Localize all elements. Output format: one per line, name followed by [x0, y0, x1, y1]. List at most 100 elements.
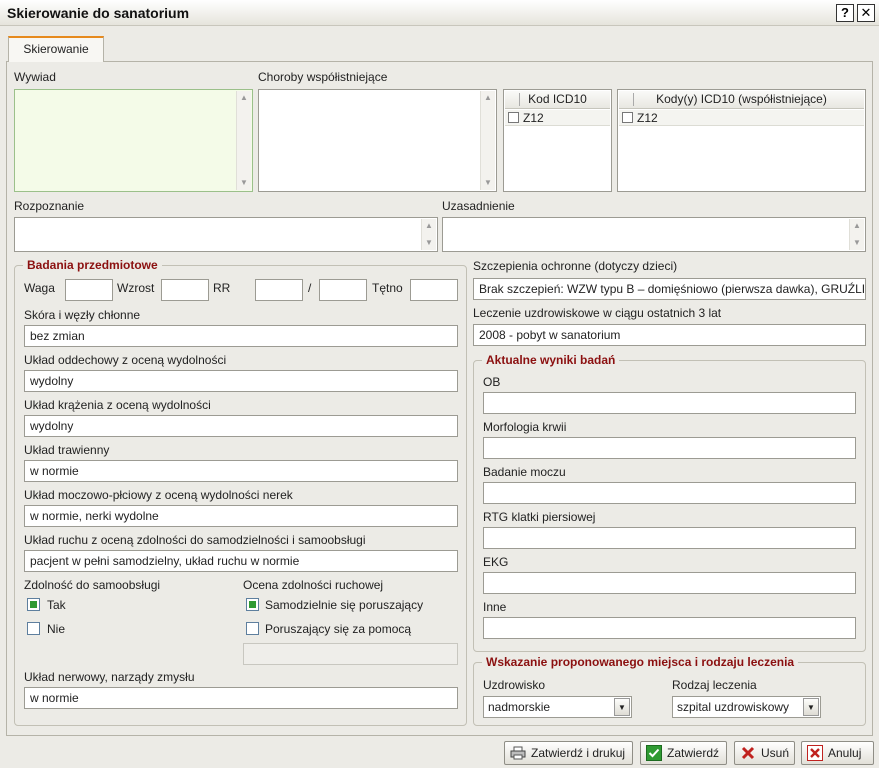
szczepienia-input[interactable]: Brak szczepień: WZW typu B – domięśniowo…	[473, 278, 866, 300]
nerwowy-label: Układ nerwowy, narządy zmysłu	[24, 670, 195, 684]
close-button[interactable]: ✕	[857, 4, 875, 22]
wywiad-textarea[interactable]: ▲ ▼	[14, 89, 253, 192]
scroll-down-icon[interactable]: ▼	[850, 236, 864, 250]
wywiad-scrollbar[interactable]: ▲ ▼	[236, 91, 251, 190]
table-row[interactable]: Z12	[505, 110, 610, 126]
rozpoznanie-label: Rozpoznanie	[14, 199, 85, 213]
moczowy-label: Układ moczowo-płciowy z oceną wydolności…	[24, 488, 293, 502]
help-button[interactable]: ?	[836, 4, 854, 22]
waga-input[interactable]	[65, 279, 113, 301]
ob-label: OB	[483, 375, 501, 389]
waga-label: Waga	[24, 281, 55, 295]
samoobsluga-nie-radio[interactable]	[27, 622, 40, 635]
scroll-up-icon[interactable]: ▲	[422, 219, 436, 233]
ekg-label: EKG	[483, 555, 509, 569]
wzrost-label: Wzrost	[117, 281, 155, 295]
choroby-scrollbar[interactable]: ▲ ▼	[480, 91, 495, 190]
inne-label: Inne	[483, 600, 507, 614]
ruch-label: Ocena zdolności ruchowej	[243, 578, 384, 592]
uzasadnienie-label: Uzasadnienie	[442, 199, 515, 213]
skora-input[interactable]: bez zmian	[24, 325, 458, 347]
samoobsluga-label: Zdolność do samoobsługi	[24, 578, 161, 592]
row-checkbox[interactable]	[622, 112, 633, 123]
moczowy-input[interactable]: w normie, nerki wydolne	[24, 505, 458, 527]
uzasadnienie-scrollbar[interactable]: ▲ ▼	[849, 219, 864, 250]
scroll-down-icon[interactable]: ▼	[481, 176, 495, 190]
ruch-pomoca-radio[interactable]	[246, 622, 259, 635]
scroll-up-icon[interactable]: ▲	[481, 91, 495, 105]
rozpoznanie-textarea[interactable]: ▲ ▼	[14, 217, 438, 252]
oddechowy-label: Układ oddechowy z oceną wydolności	[24, 353, 227, 367]
wywiad-label: Wywiad	[14, 70, 56, 84]
choroby-label: Choroby współistniejące	[258, 70, 388, 84]
leczenie-label: Leczenie uzdrowiskowe w ciągu ostatnich …	[473, 306, 722, 320]
delete-x-icon	[741, 746, 755, 760]
uzdrowisko-label: Uzdrowisko	[483, 678, 546, 692]
chevron-down-icon[interactable]: ▼	[614, 698, 630, 716]
krazenia-input[interactable]: wydolny	[24, 415, 458, 437]
morfologia-label: Morfologia krwii	[483, 420, 567, 434]
mocz-input[interactable]	[483, 482, 856, 504]
rtg-label: RTG klatki piersiowej	[483, 510, 596, 524]
ruch-samodzielnie-radio[interactable]	[246, 598, 259, 611]
window-title: Skierowanie do sanatorium	[7, 5, 190, 21]
scroll-down-icon[interactable]: ▼	[422, 236, 436, 250]
window-titlebar: Skierowanie do sanatorium ? ✕	[0, 0, 879, 26]
table-row[interactable]: Z12	[619, 110, 864, 126]
rr-separator: /	[308, 281, 312, 295]
szczepienia-label: Szczepienia ochronne (dotyczy dzieci)	[473, 259, 678, 273]
samoobsluga-nie-label: Nie	[47, 622, 66, 636]
leczenie-input[interactable]: 2008 - pobyt w sanatorium	[473, 324, 866, 346]
tetno-label: Tętno	[372, 281, 403, 295]
ekg-input[interactable]	[483, 572, 856, 594]
icd10-co-grid: Kody(y) ICD10 (współistniejące) Z12	[617, 89, 866, 192]
ruch-pomoca-input	[243, 643, 458, 665]
uzdrowisko-select[interactable]: nadmorskie ▼	[483, 696, 632, 718]
cancel-button[interactable]: Anuluj	[801, 741, 874, 765]
icd10-grid-header[interactable]: Kod ICD10	[505, 91, 610, 109]
confirm-button[interactable]: Zatwierdź	[640, 741, 727, 765]
confirm-print-button[interactable]: Zatwierdź i drukuj	[504, 741, 633, 765]
cancel-icon	[807, 745, 823, 761]
row-checkbox[interactable]	[508, 112, 519, 123]
krazenia-label: Układ krążenia z oceną wydolności	[24, 398, 211, 412]
tab-skierowanie[interactable]: Skierowanie	[8, 36, 104, 62]
ruchu-label: Układ ruchu z oceną zdolności do samodzi…	[24, 533, 366, 547]
check-icon	[646, 745, 662, 761]
icd10-code: Z12	[523, 111, 544, 125]
chevron-down-icon[interactable]: ▼	[803, 698, 819, 716]
wyniki-legend: Aktualne wyniki badań	[482, 353, 620, 367]
scroll-up-icon[interactable]: ▲	[237, 91, 251, 105]
ob-input[interactable]	[483, 392, 856, 414]
rodzaj-label: Rodzaj leczenia	[672, 678, 757, 692]
inne-input[interactable]	[483, 617, 856, 639]
wzrost-input[interactable]	[161, 279, 209, 301]
trawienny-label: Układ trawienny	[24, 443, 110, 457]
mocz-label: Badanie moczu	[483, 465, 566, 479]
rr-diastolic-input[interactable]	[319, 279, 367, 301]
icd10-co-code: Z12	[637, 111, 658, 125]
trawienny-input[interactable]: w normie	[24, 460, 458, 482]
rtg-input[interactable]	[483, 527, 856, 549]
badania-legend: Badania przedmiotowe	[23, 258, 162, 272]
choroby-textarea[interactable]: ▲ ▼	[258, 89, 497, 192]
samoobsluga-tak-radio[interactable]	[27, 598, 40, 611]
icd10-co-grid-header[interactable]: Kody(y) ICD10 (współistniejące)	[619, 91, 864, 109]
scroll-down-icon[interactable]: ▼	[237, 176, 251, 190]
printer-icon	[510, 746, 526, 760]
delete-button[interactable]: Usuń	[734, 741, 795, 765]
nerwowy-input[interactable]: w normie	[24, 687, 458, 709]
ruchu-input[interactable]: pacjent w pełni samodzielny, układ ruchu…	[24, 550, 458, 572]
rr-label: RR	[213, 281, 231, 295]
rozpoznanie-scrollbar[interactable]: ▲ ▼	[421, 219, 436, 250]
rodzaj-select[interactable]: szpital uzdrowiskowy ▼	[672, 696, 821, 718]
uzasadnienie-textarea[interactable]: ▲ ▼	[442, 217, 866, 252]
scroll-up-icon[interactable]: ▲	[850, 219, 864, 233]
morfologia-input[interactable]	[483, 437, 856, 459]
ruch-samodzielnie-label: Samodzielnie się poruszający	[265, 598, 424, 612]
wskazanie-legend: Wskazanie proponowanego miejsca i rodzaj…	[482, 655, 799, 669]
tetno-input[interactable]	[410, 279, 458, 301]
ruch-pomoca-label: Poruszający się za pomocą	[265, 622, 412, 636]
oddechowy-input[interactable]: wydolny	[24, 370, 458, 392]
rr-systolic-input[interactable]	[255, 279, 303, 301]
